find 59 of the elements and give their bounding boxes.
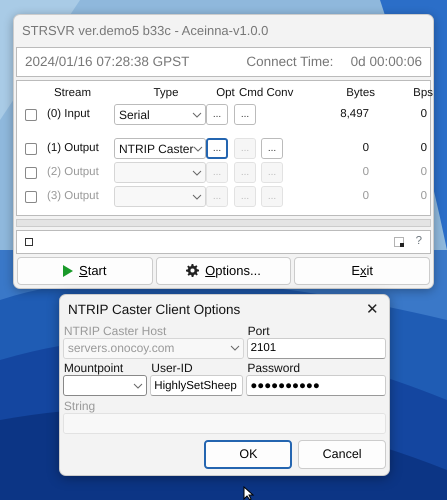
password-field[interactable]: ●●●●●●●●●● (246, 375, 386, 396)
field-label: String (64, 399, 96, 414)
dialog-button[interactable]: OK (204, 440, 292, 469)
exit-button[interactable]: Exit (294, 256, 430, 285)
window-title: STRSVR ver.demo5 b33c - Aceinna-v1.0.0 (21, 22, 270, 40)
ellipsis-button[interactable]: ... (206, 104, 228, 126)
dialog-button[interactable]: Cancel (298, 440, 386, 469)
ellipsis-button[interactable]: ... (261, 138, 283, 160)
caret-icon (192, 112, 202, 118)
status-square-icon (25, 238, 33, 246)
caret-icon (192, 170, 202, 176)
resize-grip-icon (394, 236, 404, 247)
mouse-pointer-icon (243, 486, 255, 500)
stream-label: (0) Input (47, 108, 90, 120)
field-label: Port (248, 324, 270, 338)
column-header: Stream (54, 87, 92, 100)
play-icon (63, 264, 74, 277)
column-header: Type (154, 87, 178, 100)
bytes-value: 0 (362, 190, 369, 202)
stream-label: (1) Output (47, 142, 99, 154)
ellipsis-button[interactable]: ... (234, 104, 256, 126)
start-button[interactable]: Start (16, 256, 153, 285)
time-text: 2024/01/16 07:28:38 GPST (25, 52, 190, 70)
field-label: Password (247, 361, 300, 376)
port-field[interactable]: 2101 (246, 338, 386, 358)
connect-time-label: Connect Time: (246, 52, 334, 70)
column-header: Cmd Conv (239, 87, 294, 100)
checkbox[interactable] (25, 142, 37, 155)
caret-icon (230, 345, 240, 351)
bps-value: 0 (420, 190, 427, 202)
field-label: Mountpoint (64, 361, 124, 376)
user-id-field[interactable]: HighlySetSheep (150, 375, 244, 396)
caret-icon (193, 146, 204, 152)
help-text: ? (416, 234, 422, 250)
field-label: NTRIP Caster Host (64, 324, 166, 338)
caret-icon (192, 194, 202, 200)
type-dropdown[interactable]: Serial (114, 104, 206, 126)
dialog-title: NTRIP Caster Client Options (68, 301, 240, 320)
stream-label: (2) Output (47, 166, 99, 178)
stream-label: (3) Output (47, 190, 99, 202)
field-label: User-ID (151, 361, 193, 376)
type-dropdown[interactable]: NTRIP Caster (114, 138, 206, 160)
bps-value: 0 (420, 166, 427, 178)
checkbox[interactable] (25, 108, 37, 121)
bytes-value: 0 (362, 166, 369, 178)
options-button[interactable]: Options... (156, 256, 292, 285)
connect-time-value: 0d 00:00:06 (350, 52, 422, 70)
column-header: Bps (413, 87, 433, 100)
caret-icon (133, 382, 144, 389)
ellipsis-button[interactable]: ... (206, 138, 228, 160)
column-header: Bytes (346, 87, 375, 100)
bytes-value: 8,497 (340, 108, 369, 120)
column-header: Opt (216, 87, 235, 100)
bps-value: 0 (420, 108, 427, 120)
bps-value: 0 (420, 142, 427, 154)
mountpoint-dropdown[interactable] (62, 375, 148, 396)
bytes-value: 0 (362, 142, 369, 154)
close-button[interactable]: ✕ (362, 299, 383, 322)
settings-icon (186, 264, 200, 278)
